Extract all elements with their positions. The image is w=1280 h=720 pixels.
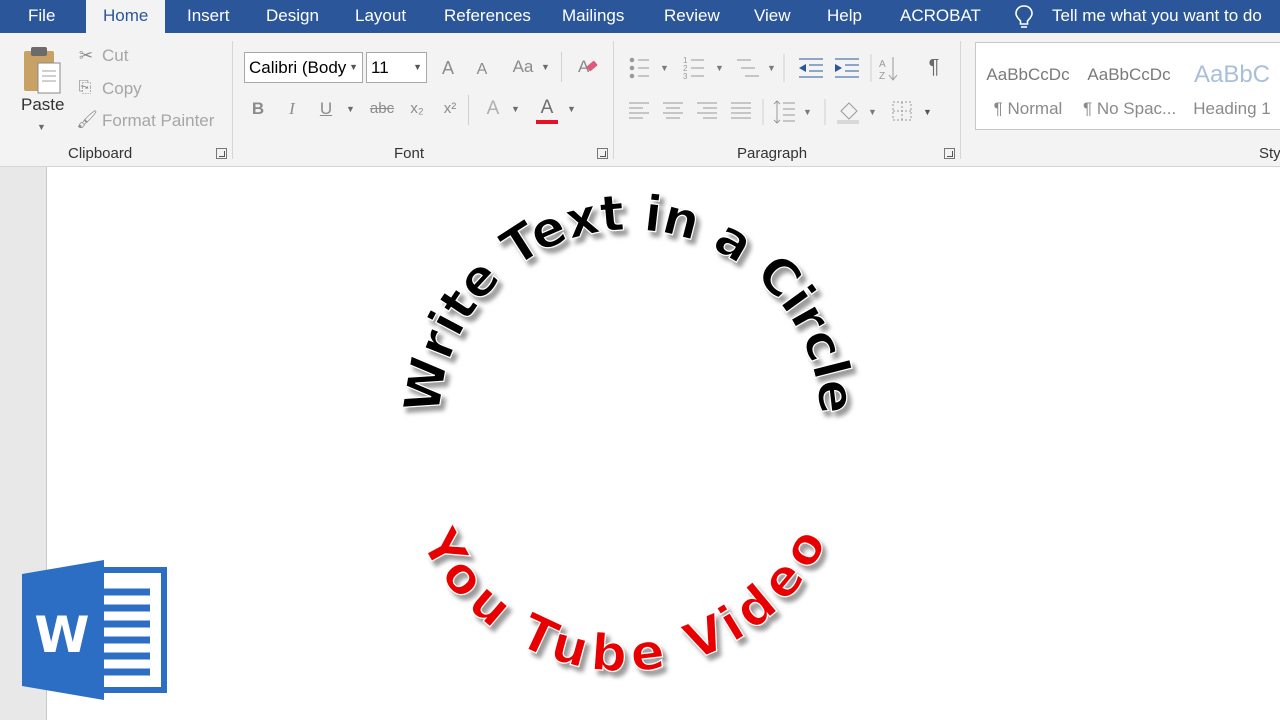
chevron-down-icon[interactable]: ▼ [767,63,776,73]
clear-formatting-icon[interactable]: A [577,55,599,77]
tab-insert[interactable]: Insert [187,0,230,33]
justify-icon[interactable] [731,102,751,119]
chevron-down-icon[interactable]: ▼ [868,107,877,117]
font-color-icon[interactable]: A [536,96,558,120]
align-center-icon[interactable] [663,102,683,119]
decrease-indent-icon[interactable] [799,58,823,78]
paragraph-list-row: ▼ 123 ▼ ▼ AZ [629,54,898,82]
font-size-value: 11 [371,58,389,77]
style-sample: AaBbC [1193,61,1271,88]
paste-clipboard-icon[interactable] [22,45,64,97]
tab-layout[interactable]: Layout [355,0,406,33]
font-launcher-icon[interactable] [597,148,608,159]
change-case-icon[interactable]: Aa [509,55,537,79]
chevron-down-icon[interactable]: ▼ [346,97,355,121]
chevron-down-icon[interactable]: ▼ [541,55,550,79]
chevron-down-icon[interactable]: ▼ [923,107,932,117]
ribbon-home: Paste ▼ ✂ Cut ⎘ Copy 🖌 Format Painter Cl… [0,33,1280,167]
divider [561,52,562,82]
svg-text:W: W [34,606,89,664]
svg-text:Z: Z [879,71,885,82]
svg-text:A: A [879,59,886,70]
increase-indent-icon[interactable] [835,58,859,78]
ribbon-tab-bar: File Home Insert Design Layout Reference… [0,0,1280,36]
tab-home[interactable]: Home [86,0,166,36]
group-label-font: Font [394,145,425,162]
copy-icon: ⎘ [78,79,92,96]
style-name: ¶ Normal [993,99,1063,118]
chevron-down-icon[interactable]: ▼ [660,63,669,73]
tab-design[interactable]: Design [266,0,319,33]
copy-button[interactable]: Copy [102,76,142,102]
align-right-icon[interactable] [697,102,717,119]
clipboard-launcher-icon[interactable] [216,148,227,159]
text-effects-icon[interactable]: A [482,97,504,121]
line-spacing-icon[interactable] [773,100,795,124]
style-sample: AaBbCcDc [1087,65,1171,84]
format-painter-button[interactable]: Format Painter [102,108,214,134]
shrink-font-icon[interactable]: A [472,58,492,82]
underline-button[interactable]: U [316,97,336,121]
sort-icon[interactable]: AZ [879,57,898,82]
format-painter-icon: 🖌 [76,110,98,129]
font-size-combo[interactable]: 11 ▼ [366,52,427,83]
word-logo-icon: W [22,560,167,700]
chevron-down-icon: ▼ [349,62,358,72]
italic-button[interactable]: I [282,97,302,121]
multilevel-list-icon[interactable] [737,59,759,77]
tab-file[interactable]: File [28,0,55,33]
superscript-icon[interactable]: x² [438,97,462,121]
chevron-down-icon[interactable]: ▼ [567,97,576,121]
tell-me-search[interactable]: Tell me what you want to do [1052,0,1262,33]
font-family-value: Calibri (Body [249,58,347,77]
bullets-icon[interactable] [629,57,649,79]
tab-acrobat[interactable]: ACROBAT [900,0,981,33]
paragraph-align-row: ▼ ▼ ▼ [629,99,932,125]
cut-button[interactable]: Cut [102,43,128,69]
bold-button[interactable]: B [248,97,268,121]
style-name: Heading 1 [1193,99,1271,118]
font-color-swatch [536,120,558,124]
style-heading-1[interactable]: AaBbC Heading 1 [1184,53,1280,123]
font-family-combo[interactable]: Calibri (Body ▼ [244,52,363,83]
paste-dropdown-icon[interactable]: ▼ [37,115,46,139]
numbering-icon[interactable]: 123 [683,56,704,81]
style-name: ¶ No Spac... [1083,99,1175,118]
paragraph-launcher-icon[interactable] [944,148,955,159]
group-divider [613,41,614,159]
style-sample: AaBbCcDc [986,65,1070,84]
scissors-icon: ✂ [78,46,94,65]
divider [468,95,469,125]
chevron-down-icon[interactable]: ▼ [511,97,520,121]
subscript-icon[interactable]: x₂ [405,97,429,121]
chevron-down-icon: ▼ [413,62,422,72]
borders-icon[interactable] [892,101,912,121]
style-no-spacing[interactable]: AaBbCcDc ¶ No Spac... [1083,53,1175,123]
tab-view[interactable]: View [754,0,791,33]
style-normal[interactable]: AaBbCcDc ¶ Normal [982,53,1074,123]
strikethrough-button[interactable]: abc [367,97,397,121]
chevron-down-icon[interactable]: ▼ [715,63,724,73]
show-hide-pilcrow-icon[interactable]: ¶ [924,55,944,79]
lightbulb-icon[interactable] [1014,4,1034,30]
chevron-down-icon[interactable]: ▼ [803,107,812,117]
group-divider [232,41,233,159]
tab-references[interactable]: References [444,0,531,33]
group-label-styles: Sty [1259,145,1280,162]
group-label-clipboard: Clipboard [68,145,133,162]
tab-mailings[interactable]: Mailings [562,0,624,33]
tab-help[interactable]: Help [827,0,862,33]
group-label-paragraph: Paragraph [737,145,808,162]
grow-font-icon[interactable]: A [437,56,459,80]
tab-review[interactable]: Review [664,0,720,33]
group-divider [960,41,961,159]
svg-text:3: 3 [683,72,688,81]
shading-icon[interactable] [837,102,859,124]
align-left-icon[interactable] [629,102,649,119]
